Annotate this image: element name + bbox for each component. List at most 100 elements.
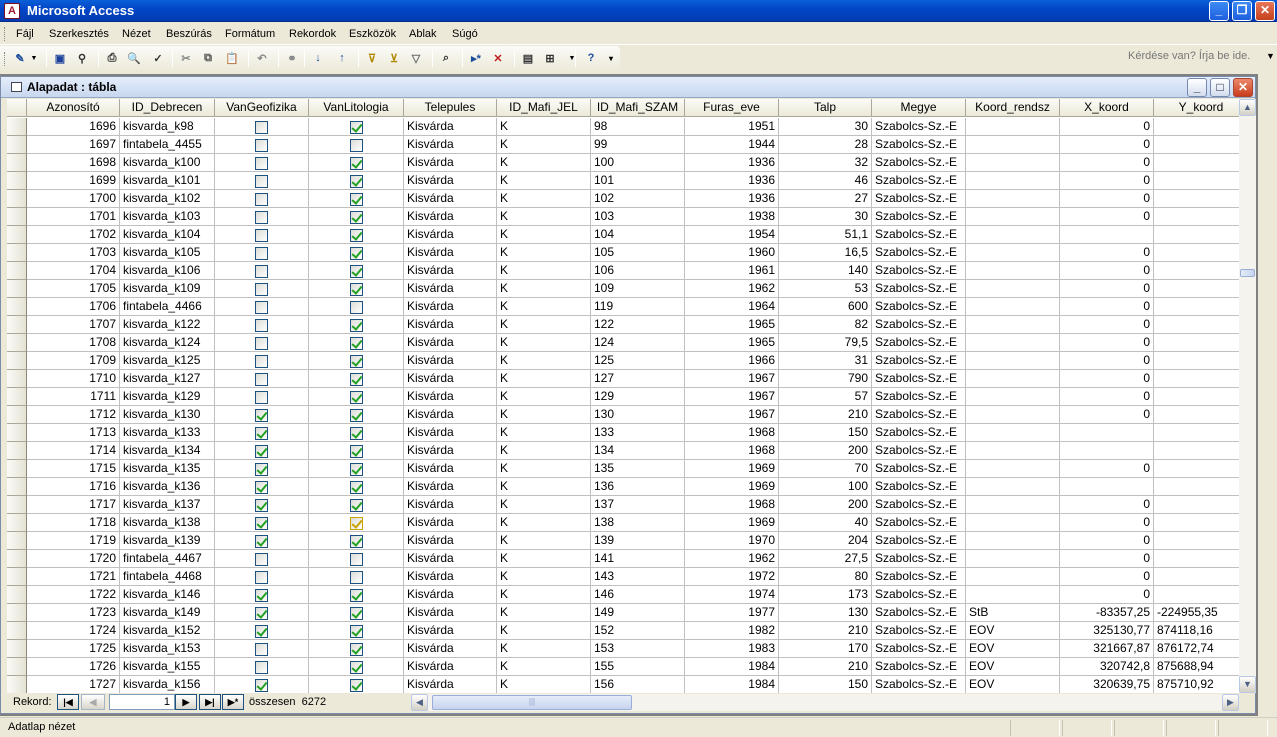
cell-azonosito[interactable]: 1715	[27, 460, 120, 478]
column-header-telepules[interactable]: Telepules	[404, 99, 497, 117]
cell-koord-rendsz[interactable]	[966, 496, 1060, 514]
copy-icon[interactable]: ⧉	[200, 50, 216, 66]
table-row[interactable]: 1708 kisvarda_k124 Kisvárda K 124 1965 79,5 Sza…	[7, 334, 1239, 352]
cell-talp[interactable]: 46	[779, 172, 872, 190]
cell-koord-rendsz[interactable]	[966, 406, 1060, 424]
cell-vanlitologia[interactable]	[309, 550, 404, 568]
cell-megye[interactable]: Szabolcs-Sz.-E	[872, 514, 966, 532]
cell-azonosito[interactable]: 1718	[27, 514, 120, 532]
cell-azonosito[interactable]: 1702	[27, 226, 120, 244]
table-row[interactable]: 1721 fintabela_4468 Kisvárda K 143 1972 80 Szab…	[7, 568, 1239, 586]
checkbox[interactable]	[350, 247, 363, 260]
checkbox[interactable]	[255, 679, 268, 692]
cell-id-mafi-jel[interactable]: K	[497, 478, 591, 496]
cell-megye[interactable]: Szabolcs-Sz.-E	[872, 226, 966, 244]
cell-id-debrecen[interactable]: kisvarda_k149	[120, 604, 215, 622]
cell-telepules[interactable]: Kisvárda	[404, 154, 497, 172]
cell-id-mafi-jel[interactable]: K	[497, 172, 591, 190]
cell-y-koord[interactable]: 875688,94	[1154, 658, 1239, 676]
cell-x-koord[interactable]: 0	[1060, 190, 1154, 208]
search-icon[interactable]: ⚲	[74, 50, 90, 66]
cell-furas-eve[interactable]: 1936	[685, 154, 779, 172]
table-row[interactable]: 1705 kisvarda_k109 Kisvárda K 109 1962 53 Szabo…	[7, 280, 1239, 298]
cell-id-mafi-jel[interactable]: K	[497, 568, 591, 586]
cell-talp[interactable]: 210	[779, 622, 872, 640]
checkbox[interactable]	[255, 625, 268, 638]
cell-y-koord[interactable]	[1154, 532, 1239, 550]
cell-id-mafi-jel[interactable]: K	[497, 226, 591, 244]
row-selector[interactable]	[7, 568, 27, 586]
previous-record-button[interactable]: ◀	[81, 694, 105, 710]
cell-telepules[interactable]: Kisvárda	[404, 280, 497, 298]
view-icon[interactable]: ✎	[12, 50, 28, 66]
cell-vanlitologia[interactable]	[309, 298, 404, 316]
last-record-button[interactable]: ▶|	[199, 694, 221, 710]
print-preview-icon[interactable]: 🔍	[126, 50, 142, 66]
column-header-id-mafi-jel[interactable]: ID_Mafi_JEL	[497, 99, 591, 117]
close-button[interactable]: ✕	[1255, 1, 1275, 21]
cell-megye[interactable]: Szabolcs-Sz.-E	[872, 406, 966, 424]
cell-talp[interactable]: 204	[779, 532, 872, 550]
checkbox[interactable]	[255, 121, 268, 134]
cell-id-mafi-szam[interactable]: 136	[591, 478, 685, 496]
cell-vangeofizika[interactable]	[215, 316, 309, 334]
column-header-x-koord[interactable]: X_koord	[1060, 99, 1154, 117]
cell-vanlitologia[interactable]	[309, 334, 404, 352]
new-record-icon[interactable]: ▸*	[468, 50, 484, 66]
cell-koord-rendsz[interactable]	[966, 280, 1060, 298]
checkbox[interactable]	[350, 301, 363, 314]
cell-x-koord[interactable]: 0	[1060, 406, 1154, 424]
table-maximize-button[interactable]: □	[1210, 78, 1230, 97]
checkbox[interactable]	[350, 445, 363, 458]
cell-koord-rendsz[interactable]: EOV	[966, 658, 1060, 676]
cell-furas-eve[interactable]: 1968	[685, 442, 779, 460]
cell-id-mafi-jel[interactable]: K	[497, 460, 591, 478]
cell-y-koord[interactable]: 874118,16	[1154, 622, 1239, 640]
cell-telepules[interactable]: Kisvárda	[404, 298, 497, 316]
row-selector[interactable]	[7, 388, 27, 406]
cell-id-mafi-szam[interactable]: 105	[591, 244, 685, 262]
cell-megye[interactable]: Szabolcs-Sz.-E	[872, 658, 966, 676]
cell-vangeofizika[interactable]	[215, 406, 309, 424]
cell-azonosito[interactable]: 1709	[27, 352, 120, 370]
checkbox[interactable]	[350, 589, 363, 602]
table-row[interactable]: 1724 kisvarda_k152 Kisvárda K 152 1982 210 Szab…	[7, 622, 1239, 640]
cell-telepules[interactable]: Kisvárda	[404, 460, 497, 478]
cell-azonosito[interactable]: 1720	[27, 550, 120, 568]
scroll-down-icon[interactable]: ▼	[1239, 676, 1256, 693]
cell-talp[interactable]: 30	[779, 208, 872, 226]
cell-x-koord[interactable]: 0	[1060, 244, 1154, 262]
cell-id-mafi-jel[interactable]: K	[497, 622, 591, 640]
cell-koord-rendsz[interactable]	[966, 118, 1060, 136]
table-row[interactable]: 1723 kisvarda_k149 Kisvárda K 149 1977 130 Szab…	[7, 604, 1239, 622]
checkbox[interactable]	[350, 265, 363, 278]
cell-telepules[interactable]: Kisvárda	[404, 622, 497, 640]
cell-vanlitologia[interactable]	[309, 352, 404, 370]
row-selector[interactable]	[7, 658, 27, 676]
row-selector[interactable]	[7, 514, 27, 532]
spelling-icon[interactable]: ✓	[150, 50, 166, 66]
cell-talp[interactable]: 27	[779, 190, 872, 208]
menubar-grip[interactable]	[4, 27, 7, 41]
cell-vanlitologia[interactable]	[309, 136, 404, 154]
cell-x-koord[interactable]	[1060, 442, 1154, 460]
chevron-down-icon[interactable]: ▼	[30, 50, 38, 66]
checkbox[interactable]	[350, 535, 363, 548]
cell-x-koord[interactable]: 0	[1060, 586, 1154, 604]
table-icon[interactable]	[11, 82, 22, 92]
cell-furas-eve[interactable]: 1967	[685, 388, 779, 406]
cell-koord-rendsz[interactable]	[966, 136, 1060, 154]
cell-vanlitologia[interactable]	[309, 172, 404, 190]
filter-by-form-icon[interactable]: ⊻	[386, 50, 402, 66]
cell-id-debrecen[interactable]: kisvarda_k103	[120, 208, 215, 226]
horizontal-scrollbar[interactable]: ◀ ||| ▶	[411, 694, 1239, 711]
table-row[interactable]: 1713 kisvarda_k133 Kisvárda K 133 1968 150 Szab…	[7, 424, 1239, 442]
cell-koord-rendsz[interactable]	[966, 460, 1060, 478]
cell-x-koord[interactable]: 0	[1060, 514, 1154, 532]
cell-azonosito[interactable]: 1725	[27, 640, 120, 658]
cell-vangeofizika[interactable]	[215, 478, 309, 496]
cell-vangeofizika[interactable]	[215, 118, 309, 136]
cell-x-koord[interactable]: 0	[1060, 136, 1154, 154]
checkbox[interactable]	[255, 391, 268, 404]
cell-koord-rendsz[interactable]	[966, 190, 1060, 208]
